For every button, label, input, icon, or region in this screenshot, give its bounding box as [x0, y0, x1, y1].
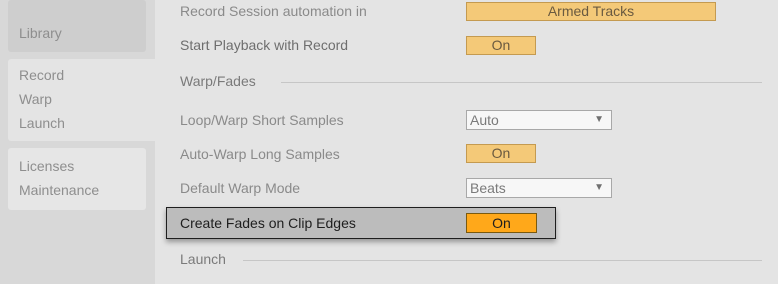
- library-tab-group: Library: [8, 0, 146, 52]
- sidebar-item-licenses[interactable]: Licenses: [19, 158, 74, 174]
- loop-warp-short-samples-label: Loop/Warp Short Samples: [180, 112, 344, 128]
- warp-fades-section-title: Warp/Fades: [180, 73, 256, 89]
- sidebar-item-maintenance[interactable]: Maintenance: [19, 182, 99, 198]
- auto-warp-long-samples-toggle[interactable]: On: [466, 144, 536, 163]
- sidebar-item-record[interactable]: Record: [19, 67, 64, 83]
- start-playback-with-record-label: Start Playback with Record: [180, 37, 349, 53]
- record-session-automation-chooser[interactable]: Armed Tracks: [466, 2, 716, 21]
- dropdown-arrow-icon: ▼: [594, 114, 604, 125]
- sidebar-item-library[interactable]: Library: [19, 25, 62, 41]
- licenses-maintenance-tab-group: Licenses Maintenance: [8, 148, 146, 210]
- loop-warp-short-samples-dropdown[interactable]: Auto ▼: [466, 110, 612, 130]
- launch-divider: [243, 260, 762, 261]
- create-fades-highlight-row: Create Fades on Clip Edges On: [166, 207, 556, 239]
- sidebar-item-launch[interactable]: Launch: [19, 115, 65, 131]
- dropdown-arrow-icon: ▼: [594, 182, 604, 193]
- record-warp-launch-tab-group: Record Warp Launch: [8, 59, 155, 141]
- default-warp-mode-label: Default Warp Mode: [180, 180, 301, 196]
- preferences-tab-sidebar: Library Record Warp Launch Licenses Main…: [0, 0, 155, 284]
- create-fades-on-clip-edges-toggle[interactable]: On: [466, 213, 537, 233]
- create-fades-on-clip-edges-label: Create Fades on Clip Edges: [180, 215, 356, 231]
- sidebar-item-warp[interactable]: Warp: [19, 91, 52, 107]
- auto-warp-long-samples-label: Auto-Warp Long Samples: [180, 146, 340, 162]
- warp-fades-divider: [281, 82, 762, 83]
- launch-section-title: Launch: [180, 251, 226, 267]
- start-playback-with-record-toggle[interactable]: On: [466, 36, 536, 55]
- record-session-automation-label: Record Session automation in: [180, 3, 367, 19]
- default-warp-mode-value: Beats: [470, 180, 506, 196]
- loop-warp-short-samples-value: Auto: [470, 112, 499, 128]
- default-warp-mode-dropdown[interactable]: Beats ▼: [466, 178, 612, 198]
